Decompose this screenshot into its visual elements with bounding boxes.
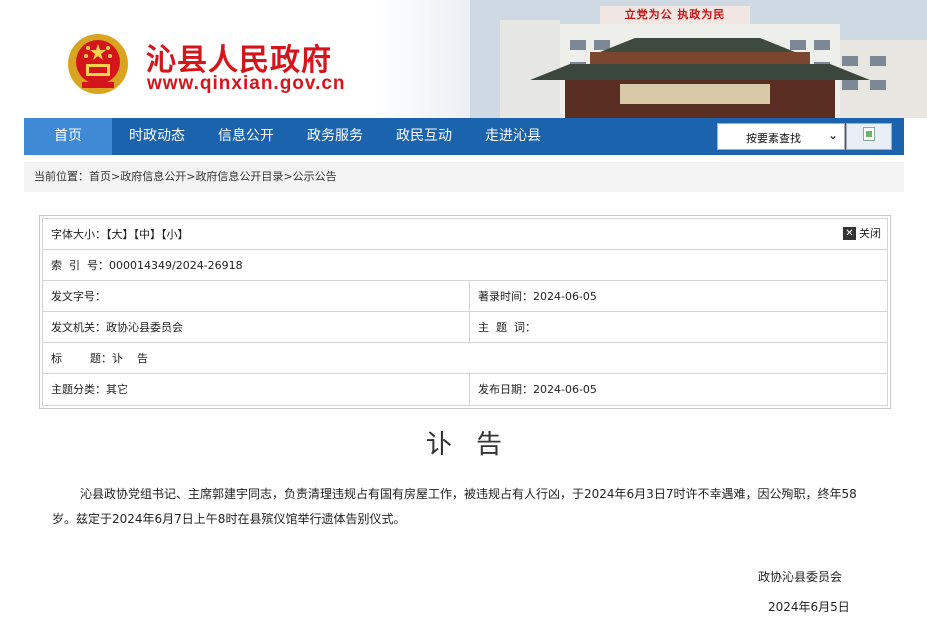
font-size-label: 字体大小： (51, 228, 106, 241)
subject-label: 主 题 词： (478, 321, 536, 334)
info-row-issuer: 发文机关：政协沁县委员会 主 题 词： (43, 312, 887, 343)
index-value: 000014349/2024-26918 (109, 259, 243, 272)
main-content: 字体大小：【大】【中】【小】 ✕ 关闭 索 引 号：000014349/2024-… (24, 200, 904, 624)
search-type-select[interactable]: 按要素查找 ⌄ (717, 123, 845, 150)
close-label: 关闭 (859, 227, 881, 240)
info-row-category: 主题分类：其它 发布日期：2024-06-05 (43, 374, 887, 405)
doc-signature-date: 2024年6月5日 (768, 600, 850, 614)
nav-item-news[interactable]: 时政动态 (112, 118, 202, 155)
breadcrumb-item-home[interactable]: 首页 (89, 170, 111, 183)
category-value: 其它 (106, 383, 128, 396)
slogan-sign: 立党为公 执政为民 (600, 6, 750, 24)
font-size-medium[interactable]: 【中】 (134, 228, 162, 241)
issuer-label: 发文机关： (51, 321, 106, 334)
nav-item-home[interactable]: 首页 (24, 118, 112, 155)
breadcrumb-item-notices[interactable]: 公示公告 (293, 170, 337, 183)
record-time-value: 2024-06-05 (533, 290, 597, 303)
category-label: 主题分类： (51, 383, 106, 396)
font-size-large[interactable]: 【大】 (106, 228, 134, 241)
site-header: 沁县人民政府 www.qinxian.gov.cn 立党为公 执政为民 (0, 0, 927, 118)
close-icon: ✕ (843, 227, 856, 240)
info-row-index: 索 引 号：000014349/2024-26918 (43, 250, 887, 281)
chevron-down-icon: ⌄ (827, 128, 838, 142)
font-size-row: 字体大小：【大】【中】【小】 ✕ 关闭 (43, 219, 887, 250)
nav-item-interaction[interactable]: 政民互动 (380, 118, 468, 155)
national-emblem-icon (68, 34, 128, 94)
doc-no-label: 发文字号： (51, 290, 106, 303)
breadcrumb-item-gov-info[interactable]: 政府信息公开 (120, 170, 186, 183)
broken-image-icon (863, 127, 875, 141)
publish-date-label: 发布日期： (478, 383, 533, 396)
breadcrumb-item-catalog[interactable]: 政府信息公开目录 (195, 170, 283, 183)
main-nav: 首页 时政动态 信息公开 政务服务 政民互动 走进沁县 按要素查找 ⌄ (24, 118, 904, 155)
nav-item-about[interactable]: 走进沁县 (468, 118, 558, 155)
nav-item-services[interactable]: 政务服务 (290, 118, 380, 155)
title-value: 讣 告 (111, 352, 148, 365)
doc-info-table: 字体大小：【大】【中】【小】 ✕ 关闭 索 引 号：000014349/2024-… (39, 215, 891, 409)
search-button[interactable] (846, 123, 892, 150)
issuer-value: 政协沁县委员会 (106, 321, 183, 334)
index-label: 索 引 号： (51, 259, 109, 272)
info-row-title: 标 题：讣 告 (43, 343, 887, 374)
doc-title: 讣告 (425, 430, 526, 460)
breadcrumb-prefix: 当前位置： (34, 170, 89, 183)
close-button[interactable]: ✕ 关闭 (843, 227, 881, 241)
breadcrumb-sep: > (111, 170, 121, 183)
doc-signature-org: 政协沁县委员会 (758, 570, 843, 584)
info-row-docno: 发文字号： 著录时间：2024-06-05 (43, 281, 887, 312)
nav-item-info-disclosure[interactable]: 信息公开 (202, 118, 290, 155)
font-size-small[interactable]: 【小】 (161, 228, 189, 241)
breadcrumb: 当前位置：首页>政府信息公开>政府信息公开目录>公示公告 (24, 162, 904, 192)
publish-date-value: 2024-06-05 (533, 383, 597, 396)
record-time-label: 著录时间： (478, 290, 533, 303)
doc-body: 沁县政协党组书记、主席郭建宇同志，负责清理违规占有国有房屋工作，被违规占有人行凶… (52, 487, 857, 526)
site-url[interactable]: www.qinxian.gov.cn (147, 73, 346, 95)
search-type-value: 按要素查找 (746, 132, 801, 145)
title-label: 标 题： (51, 352, 112, 365)
breadcrumb-sep: > (283, 170, 293, 183)
